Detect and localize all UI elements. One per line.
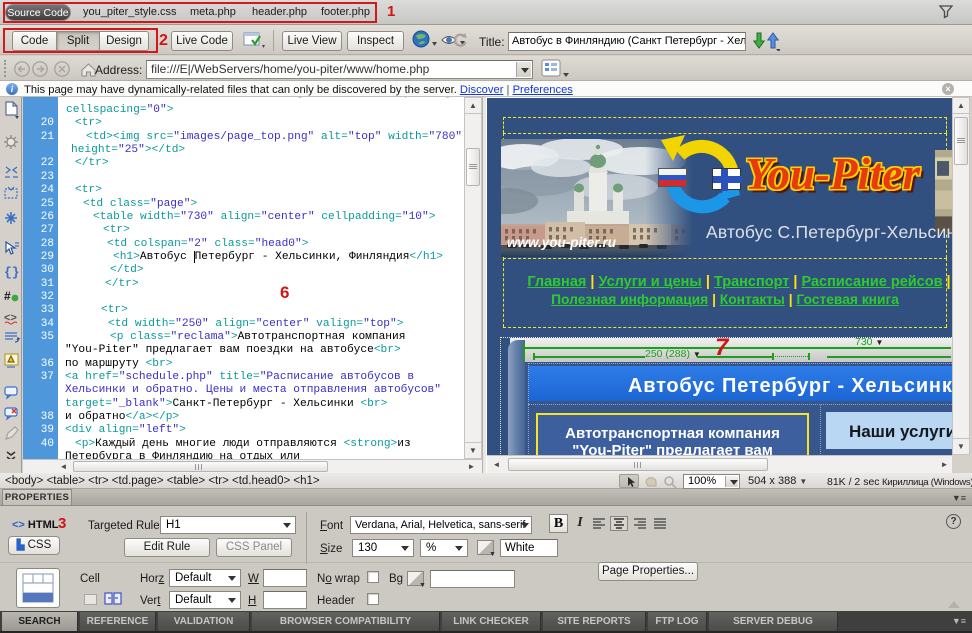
svg-text:{}: {} (4, 265, 20, 280)
svg-text:#: # (4, 289, 11, 303)
